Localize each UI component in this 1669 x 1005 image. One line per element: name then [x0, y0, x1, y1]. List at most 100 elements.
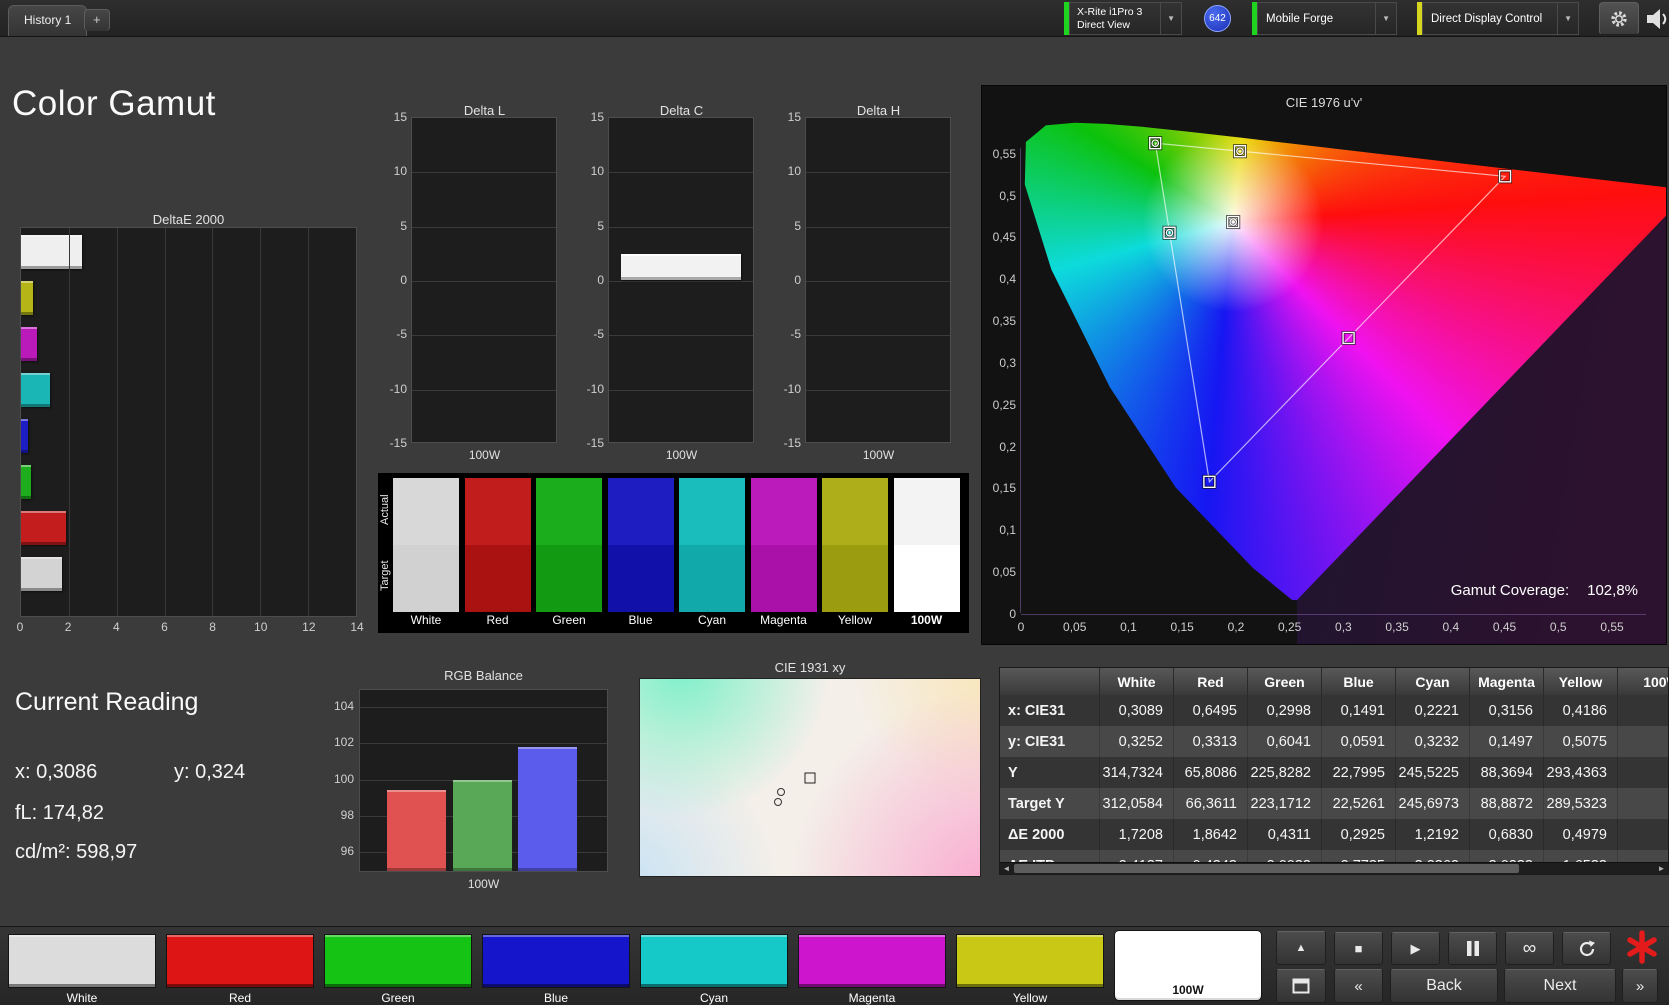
swatch-target — [393, 545, 459, 612]
pause-button[interactable] — [1448, 932, 1497, 965]
delta-c-ytick: -15 — [586, 436, 604, 450]
delta-h-ytick: 5 — [794, 218, 801, 233]
next-label: Next — [1543, 977, 1577, 994]
table-header-blue: Blue — [1322, 668, 1396, 695]
deltae-tick-label: 6 — [161, 620, 168, 634]
patch-button-magenta[interactable] — [799, 935, 945, 987]
table-cell: 245,6973 — [1396, 788, 1470, 819]
deltae-bar-white — [21, 557, 63, 591]
swatch-magenta — [750, 478, 817, 612]
back-button[interactable]: Back — [1390, 969, 1498, 1003]
cie1976-yaxis: 0,55 0,5 0,45 0,4 0,35 0,3 0,25 0,2 0,15 0,1 0,05 0 — [986, 86, 1016, 644]
next-button[interactable]: Next — [1504, 969, 1616, 1003]
patch-button-blue[interactable] — [483, 935, 629, 987]
patch-button-red[interactable] — [167, 935, 313, 987]
scroll-right-icon[interactable]: ► — [1655, 863, 1668, 874]
swatch-actual — [536, 478, 602, 545]
row-label: Y — [1000, 757, 1100, 788]
bottom-bar: ▲ ■ ▶ ∞ « Back Next » White Red Green Bl… — [0, 926, 1669, 1005]
add-tab-button[interactable]: + — [84, 9, 110, 31]
deltae-tick-label: 0 — [16, 620, 24, 634]
tab-history[interactable]: History 1 — [8, 5, 88, 36]
cie1976-ytick: 0,05 — [992, 565, 1016, 580]
window-button[interactable] — [1276, 969, 1326, 1003]
cie1976-xtick: 0,2 — [1227, 620, 1245, 634]
meter-dropdown-text: X-Rite i1Pro 3 Direct View — [1070, 6, 1142, 31]
rgb-bar-green — [453, 779, 512, 871]
deltae-gridline — [212, 228, 214, 616]
patch-button-white[interactable] — [9, 935, 155, 987]
delta-c-yaxis: 15 10 5 0 -5 -10 -15 — [578, 110, 604, 450]
table-header-red: Red — [1174, 668, 1248, 695]
rgb-ytick: 104 — [333, 699, 354, 713]
continuous-button[interactable]: ∞ — [1505, 932, 1554, 965]
deltae-tick-label: 4 — [112, 620, 120, 634]
delta-c-ytick: 0 — [597, 273, 604, 287]
cie1931-marker-circle — [777, 788, 786, 797]
patch-button-yellow[interactable] — [957, 935, 1103, 987]
deltae-bar-red — [21, 511, 66, 545]
table-cell: 0,3232 — [1396, 726, 1470, 757]
table-cell: 0,5075 — [1544, 726, 1618, 757]
meter-dropdown[interactable]: X-Rite i1Pro 3 Direct View ▼ — [1069, 2, 1182, 35]
delta-c-xlabel: 100W — [665, 448, 698, 462]
swatch-blue — [607, 478, 674, 612]
delta-c-ytick: 5 — [597, 218, 604, 233]
rgb-balance-xlabel: 100W — [467, 877, 500, 891]
patch-button-green[interactable] — [325, 935, 471, 987]
gear-icon — [1611, 10, 1627, 27]
display-control-dropdown[interactable]: Direct Display Control ▼ — [1422, 2, 1579, 35]
delta-h-gridline — [806, 172, 950, 174]
settings-button[interactable] — [1599, 2, 1639, 35]
table-cell: 88,8872 — [1470, 788, 1544, 819]
patch-label: Green — [381, 991, 415, 1005]
patch-button-cyan[interactable] — [641, 935, 787, 987]
rgb-balance-plot: 104 102 100 98 96 — [334, 689, 608, 872]
speaker-icon[interactable] — [1646, 8, 1669, 30]
cie1976-xtick: 0,4 — [1442, 620, 1460, 634]
table-header-white: White — [1100, 668, 1174, 695]
table-cell: 66,3611 — [1174, 788, 1248, 819]
up-button[interactable]: ▲ — [1276, 931, 1326, 965]
source-dropdown[interactable]: Mobile Forge ▼ — [1257, 2, 1397, 35]
swatch-actual — [393, 478, 459, 545]
scroll-left-icon[interactable]: ◄ — [1000, 863, 1013, 874]
patch-label: Blue — [543, 991, 569, 1005]
delta-c-ytick: 15 — [590, 110, 604, 124]
cie1976-xtick: 0,55 — [1600, 620, 1624, 634]
table-cell: 0,6495 — [1174, 695, 1248, 726]
swatch-label: Cyan — [697, 613, 726, 627]
play-button[interactable]: ▶ — [1391, 932, 1440, 965]
chevron-down-icon: ▼ — [1557, 3, 1578, 34]
refresh-button[interactable] — [1562, 932, 1611, 965]
next-chevron-button[interactable]: » — [1622, 969, 1658, 1003]
delta-h-ytick: -15 — [783, 436, 801, 450]
up-arrow-icon: ▲ — [1295, 942, 1307, 954]
stop-button[interactable]: ■ — [1334, 932, 1383, 965]
table-cell: 0,2925 — [1322, 819, 1396, 850]
deltae2000-chart: DeltaE 2000 0 2 4 6 8 10 12 14 — [16, 212, 364, 638]
rgb-gridline — [360, 743, 607, 745]
delta-c-ytick: 10 — [590, 164, 604, 179]
gamut-coverage-value: 102,8% — [1587, 582, 1638, 599]
table-header-row: WhiteRedGreenBlueCyanMagentaYellow100W — [1000, 668, 1668, 695]
table-cell: 59 — [1618, 788, 1668, 819]
table-cell: 0,3 — [1618, 695, 1668, 726]
swatch-label: Magenta — [760, 613, 807, 627]
back-chevron-button[interactable]: « — [1334, 969, 1383, 1003]
patch-button-100w[interactable]: 100W — [1115, 931, 1261, 1000]
swatch-yellow — [822, 478, 888, 612]
scroll-thumb[interactable] — [1014, 864, 1519, 873]
reading-cd: cd/m²: 598,97 — [15, 841, 138, 863]
table-scrollbar[interactable]: ◄ ► — [1000, 862, 1668, 874]
table-cell: 293,4363 — [1544, 757, 1618, 788]
meter-line2: Direct View — [1077, 18, 1130, 31]
delta-l-panel: Delta L 15 10 5 0 -5 -10 -15 100W — [381, 103, 558, 462]
deltae-xaxis: 0 2 4 6 8 10 12 14 — [16, 620, 364, 638]
table-row-2: y: CIE31 0,3252 0,3313 0,6041 0,0591 0,3232 0,… — [1000, 726, 1668, 757]
delta-l-gridline — [412, 335, 556, 337]
swatch-actual — [822, 478, 888, 545]
window-icon — [1292, 978, 1310, 994]
table-cell: 1,2192 — [1396, 819, 1470, 850]
alert-asterisk-icon[interactable] — [1624, 929, 1660, 965]
